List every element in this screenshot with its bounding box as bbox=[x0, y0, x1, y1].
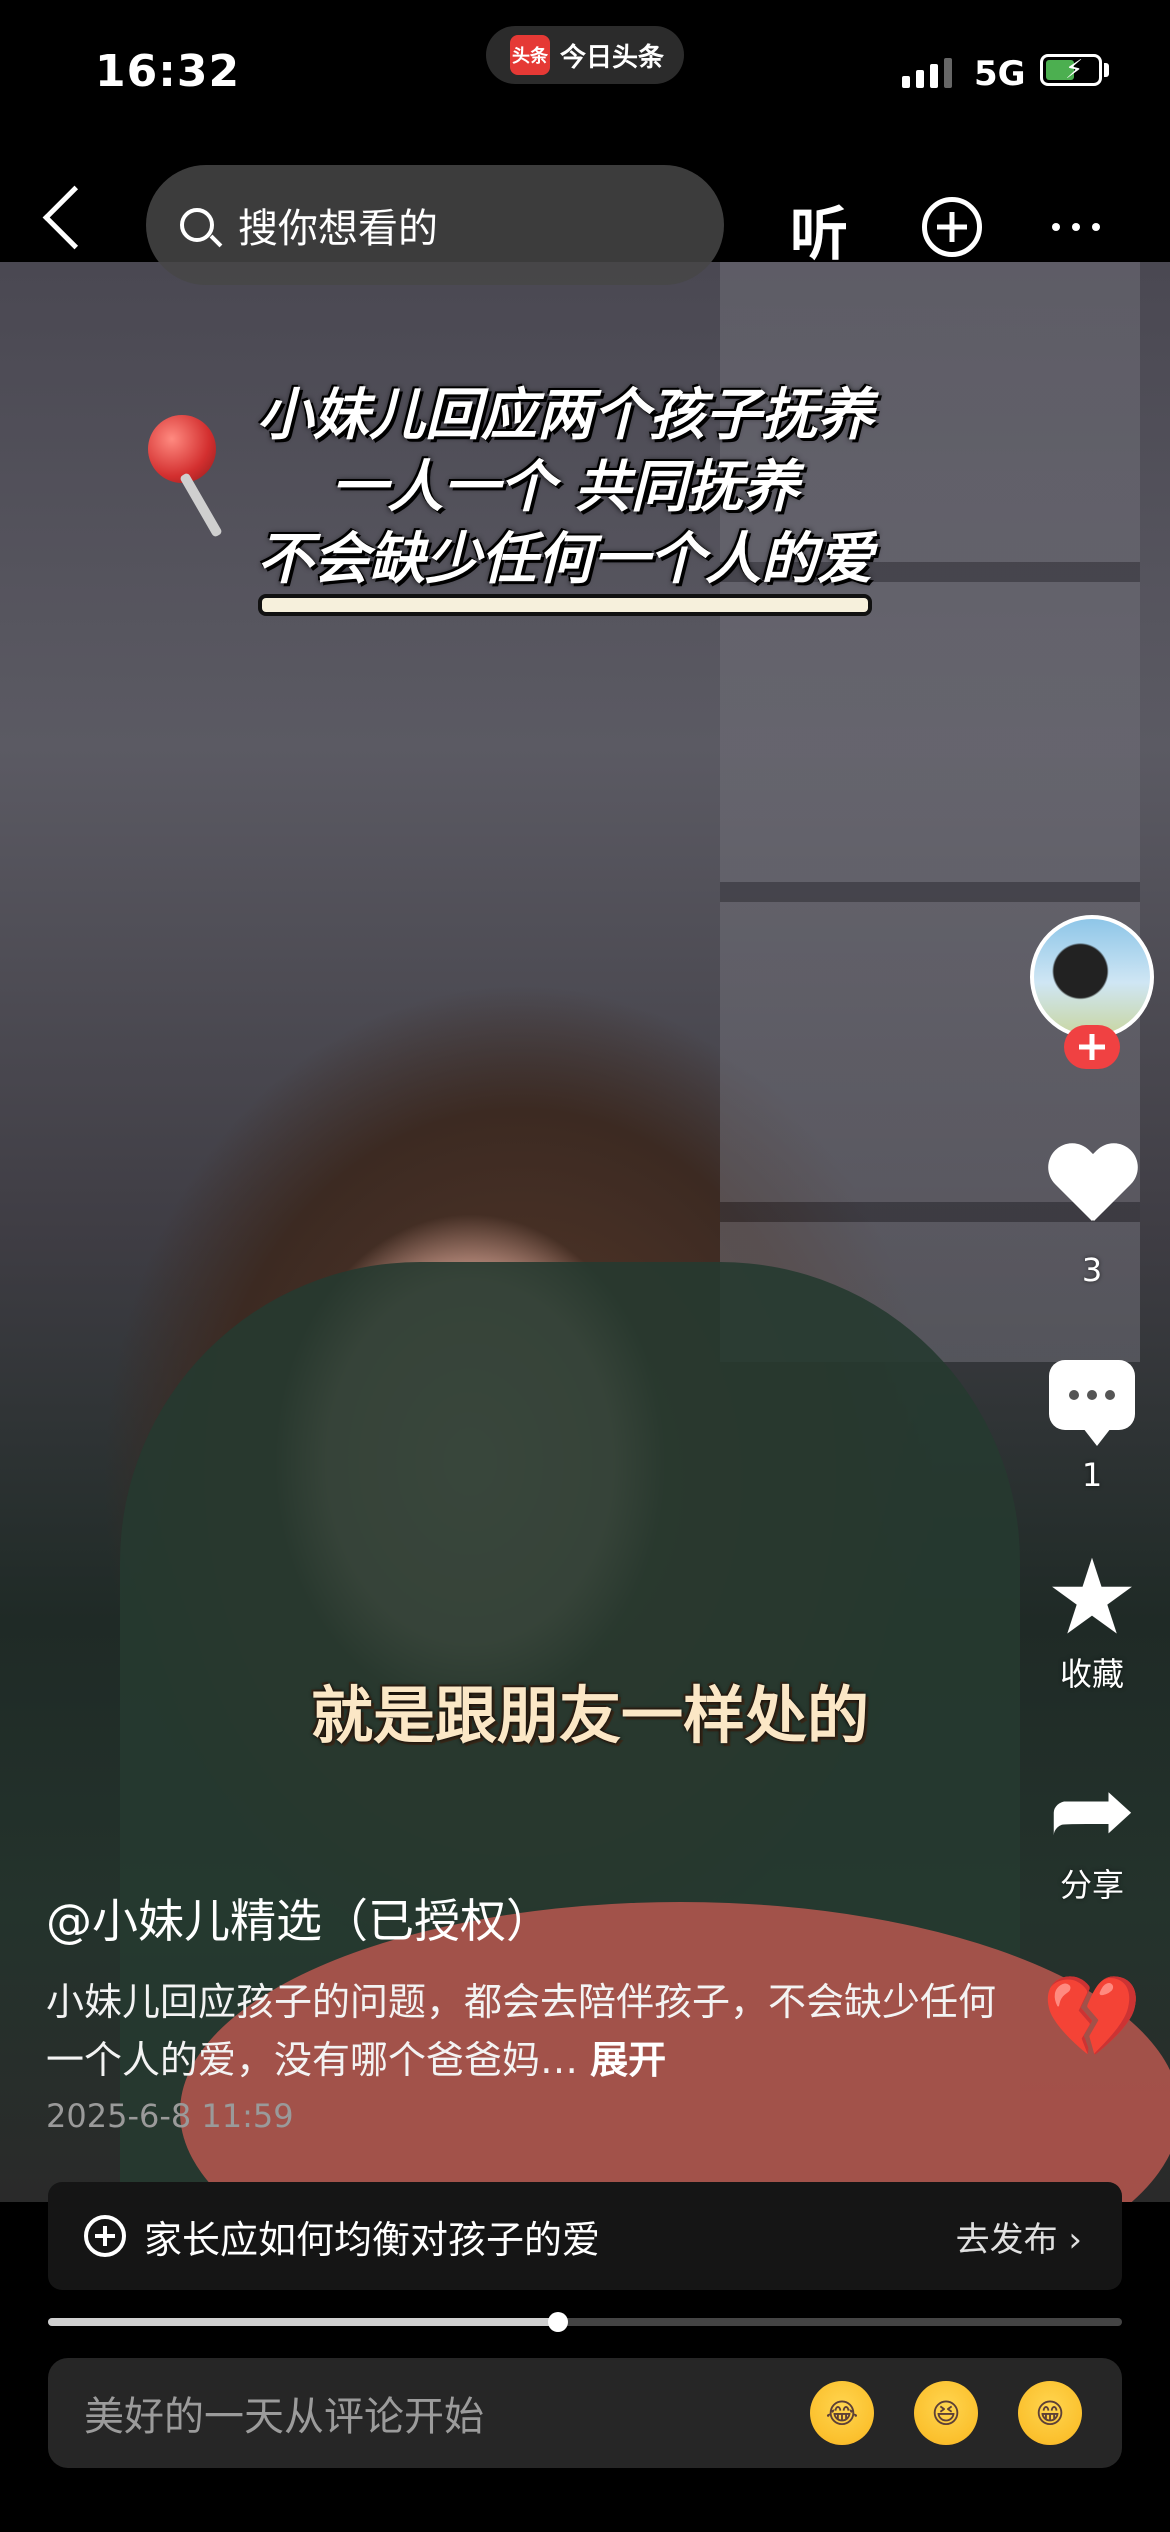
battery-tip bbox=[1104, 63, 1109, 77]
share-button[interactable]: ➦ 分享 bbox=[1030, 1760, 1154, 1906]
video-progress-bar[interactable] bbox=[48, 2312, 1122, 2332]
video-subtitle: 就是跟朋友一样处的 bbox=[310, 1679, 869, 1752]
status-time: 16:32 bbox=[95, 46, 241, 97]
share-label: 分享 bbox=[1059, 1866, 1124, 1904]
publish-link[interactable]: 去发布 › bbox=[956, 2212, 1082, 2261]
video-caption: @小妹儿精选（已授权） 小妹儿回应孩子的问题，都会去陪伴孩子，不会缺少任何一个人… bbox=[46, 1885, 996, 2135]
like-button[interactable]: 3 bbox=[1030, 1145, 1154, 1289]
author-avatar[interactable] bbox=[1030, 915, 1154, 1039]
top-nav: 搜你想看的 听 bbox=[0, 165, 1170, 285]
follow-button[interactable] bbox=[1064, 1025, 1120, 1069]
progress-knob[interactable] bbox=[548, 2312, 569, 2332]
search-placeholder: 搜你想看的 bbox=[238, 206, 438, 252]
comment-icon bbox=[1049, 1360, 1135, 1446]
app-indicator-label: 今日头条 bbox=[560, 42, 665, 73]
broken-heart-icon: 💔 bbox=[1042, 1970, 1142, 2063]
comment-button[interactable]: 1 bbox=[1030, 1360, 1154, 1494]
heart-icon bbox=[1046, 1145, 1138, 1237]
share-icon: ➦ bbox=[1047, 1754, 1137, 1866]
battery-icon: ⚡ bbox=[1040, 54, 1102, 86]
search-icon bbox=[180, 208, 214, 242]
app-indicator-pill[interactable]: 头条 今日头条 bbox=[486, 26, 684, 84]
description-text: 小妹儿回应孩子的问题，都会去陪伴孩子，不会缺少任何一个人的爱，没有哪个爸爸妈… bbox=[46, 1980, 997, 2082]
favorite-button[interactable]: ★ 收藏 bbox=[1030, 1545, 1154, 1695]
grimacing-emoji-icon[interactable]: 😁 bbox=[1018, 2381, 1082, 2445]
overlay-title-underline bbox=[262, 598, 868, 612]
video-description: 小妹儿回应孩子的问题，都会去陪伴孩子，不会缺少任何一个人的爱，没有哪个爸爸妈… … bbox=[46, 1973, 996, 2089]
expand-link[interactable]: 展开 bbox=[590, 2038, 666, 2082]
listen-button[interactable]: 听 bbox=[790, 187, 848, 271]
search-input[interactable]: 搜你想看的 bbox=[146, 165, 724, 285]
dislike-button[interactable]: 💔 bbox=[1030, 1975, 1154, 2059]
signal-icon bbox=[902, 58, 952, 88]
progress-fill bbox=[48, 2318, 559, 2326]
topic-bar[interactable]: 家长应如何均衡对孩子的爱 去发布 › bbox=[48, 2182, 1122, 2290]
status-bar: 16:32 头条 今日头条 5G ⚡ bbox=[0, 0, 1170, 150]
publish-date: 2025-6-8 11:59 bbox=[46, 2097, 294, 2135]
video-overlay-title: 小妹儿回应两个孩子抚养 一人一个 共同抚养 不会缺少任何一个人的爱 bbox=[240, 380, 890, 596]
overlay-title-line: 不会缺少任何一个人的爱 bbox=[257, 527, 873, 592]
laughing-crying-emoji-icon[interactable]: 😂 bbox=[810, 2381, 874, 2445]
network-type: 5G bbox=[974, 54, 1026, 94]
toutiao-logo-icon: 头条 bbox=[510, 35, 550, 75]
topic-text: 家长应如何均衡对孩子的爱 bbox=[144, 2217, 601, 2262]
more-icon[interactable] bbox=[1052, 223, 1100, 231]
comment-count: 1 bbox=[1081, 1456, 1103, 1494]
comment-input[interactable]: 美好的一天从评论开始 😂 😆 😁 bbox=[48, 2358, 1122, 2468]
author-name[interactable]: @小妹儿精选（已授权） bbox=[46, 1885, 996, 1951]
star-icon: ★ bbox=[1045, 1536, 1139, 1658]
pushpin-icon bbox=[148, 415, 216, 483]
grinning-emoji-icon[interactable]: 😆 bbox=[914, 2381, 978, 2445]
overlay-title-line: 一人一个 共同抚养 bbox=[331, 455, 799, 520]
like-count: 3 bbox=[1081, 1251, 1103, 1289]
back-icon[interactable] bbox=[42, 185, 107, 250]
add-topic-icon bbox=[84, 2215, 126, 2257]
add-icon[interactable] bbox=[922, 197, 982, 257]
comment-placeholder: 美好的一天从评论开始 bbox=[84, 2394, 484, 2440]
overlay-title-line: 小妹儿回应两个孩子抚养 bbox=[257, 383, 873, 448]
